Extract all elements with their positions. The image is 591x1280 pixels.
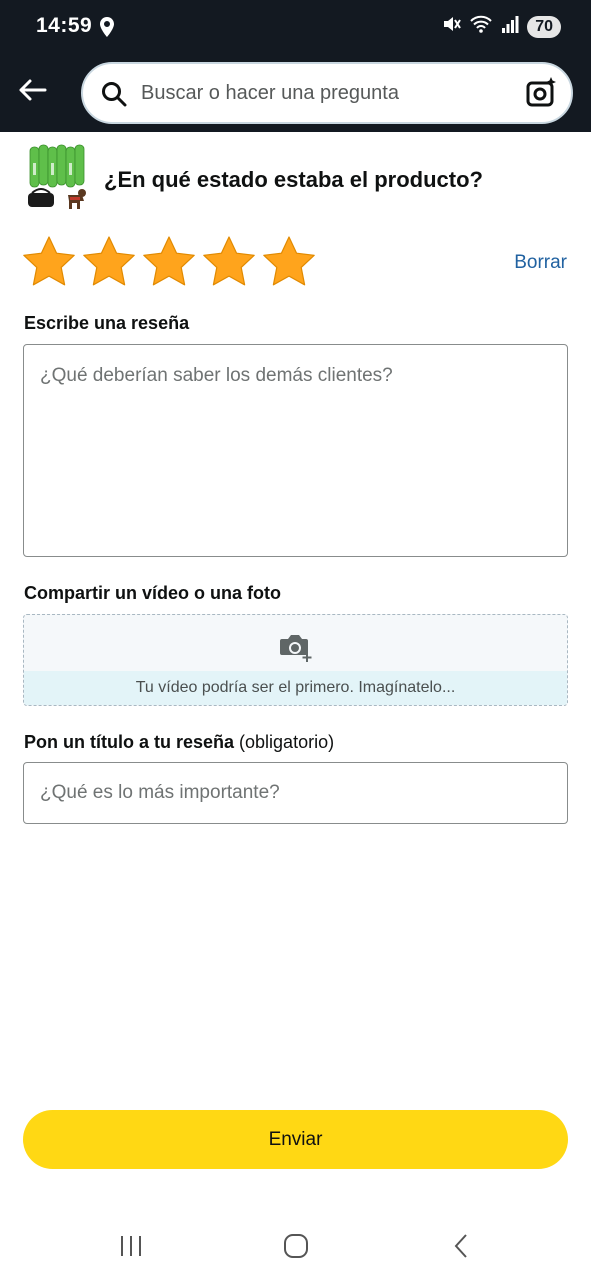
home-button[interactable] <box>276 1231 316 1265</box>
media-upload-area[interactable]: Tu vídeo podría ser el primero. Imagínat… <box>23 614 568 706</box>
camera-lens-icon[interactable] <box>525 76 557 113</box>
review-textarea[interactable] <box>23 344 568 557</box>
recent-apps-button[interactable] <box>111 1231 151 1265</box>
star-rating[interactable] <box>22 235 316 289</box>
required-note: (obligatorio) <box>239 732 335 752</box>
back-button[interactable] <box>14 74 50 110</box>
battery-badge: 70 <box>527 15 561 38</box>
star-5[interactable] <box>262 235 316 289</box>
system-navigation-bar <box>0 1215 591 1280</box>
status-time: 14:59 <box>36 14 93 37</box>
signal-icon <box>501 14 519 39</box>
home-icon <box>283 1233 309 1264</box>
back-arrow-icon <box>17 78 47 107</box>
star-3[interactable] <box>142 235 196 289</box>
location-pin-icon <box>100 17 114 42</box>
review-title-input[interactable] <box>23 762 568 824</box>
review-title-label-text: Pon un título a tu reseña <box>24 732 235 752</box>
app-header <box>0 56 591 132</box>
camera-add-icon <box>278 633 314 668</box>
review-question: ¿En qué estado estaba el producto? <box>104 167 483 192</box>
search-input[interactable] <box>141 74 511 112</box>
mute-icon <box>441 14 462 39</box>
wifi-icon <box>469 14 493 39</box>
product-summary: ¿En qué estado estaba el producto? <box>24 143 574 215</box>
clear-rating-link[interactable]: Borrar <box>514 252 567 274</box>
star-1[interactable] <box>22 235 76 289</box>
recent-apps-icon <box>119 1235 143 1262</box>
media-prompt: Tu vídeo podría ser el primero. Imagínat… <box>24 671 567 705</box>
search-icon <box>101 81 127 112</box>
back-icon <box>452 1233 470 1264</box>
nav-back-button[interactable] <box>441 1231 481 1265</box>
product-thumbnail <box>24 143 90 213</box>
star-2[interactable] <box>82 235 136 289</box>
write-review-label: Escribe una reseña <box>24 313 190 333</box>
status-icons: 70 <box>441 14 561 39</box>
review-title-label: Pon un título a tu reseña (obligatorio) <box>24 732 334 753</box>
search-bar[interactable] <box>81 62 573 124</box>
share-media-label: Compartir un vídeo o una foto <box>24 583 281 603</box>
submit-button[interactable]: Enviar <box>23 1110 568 1169</box>
star-4[interactable] <box>202 235 256 289</box>
status-bar: 14:59 70 <box>0 0 591 56</box>
